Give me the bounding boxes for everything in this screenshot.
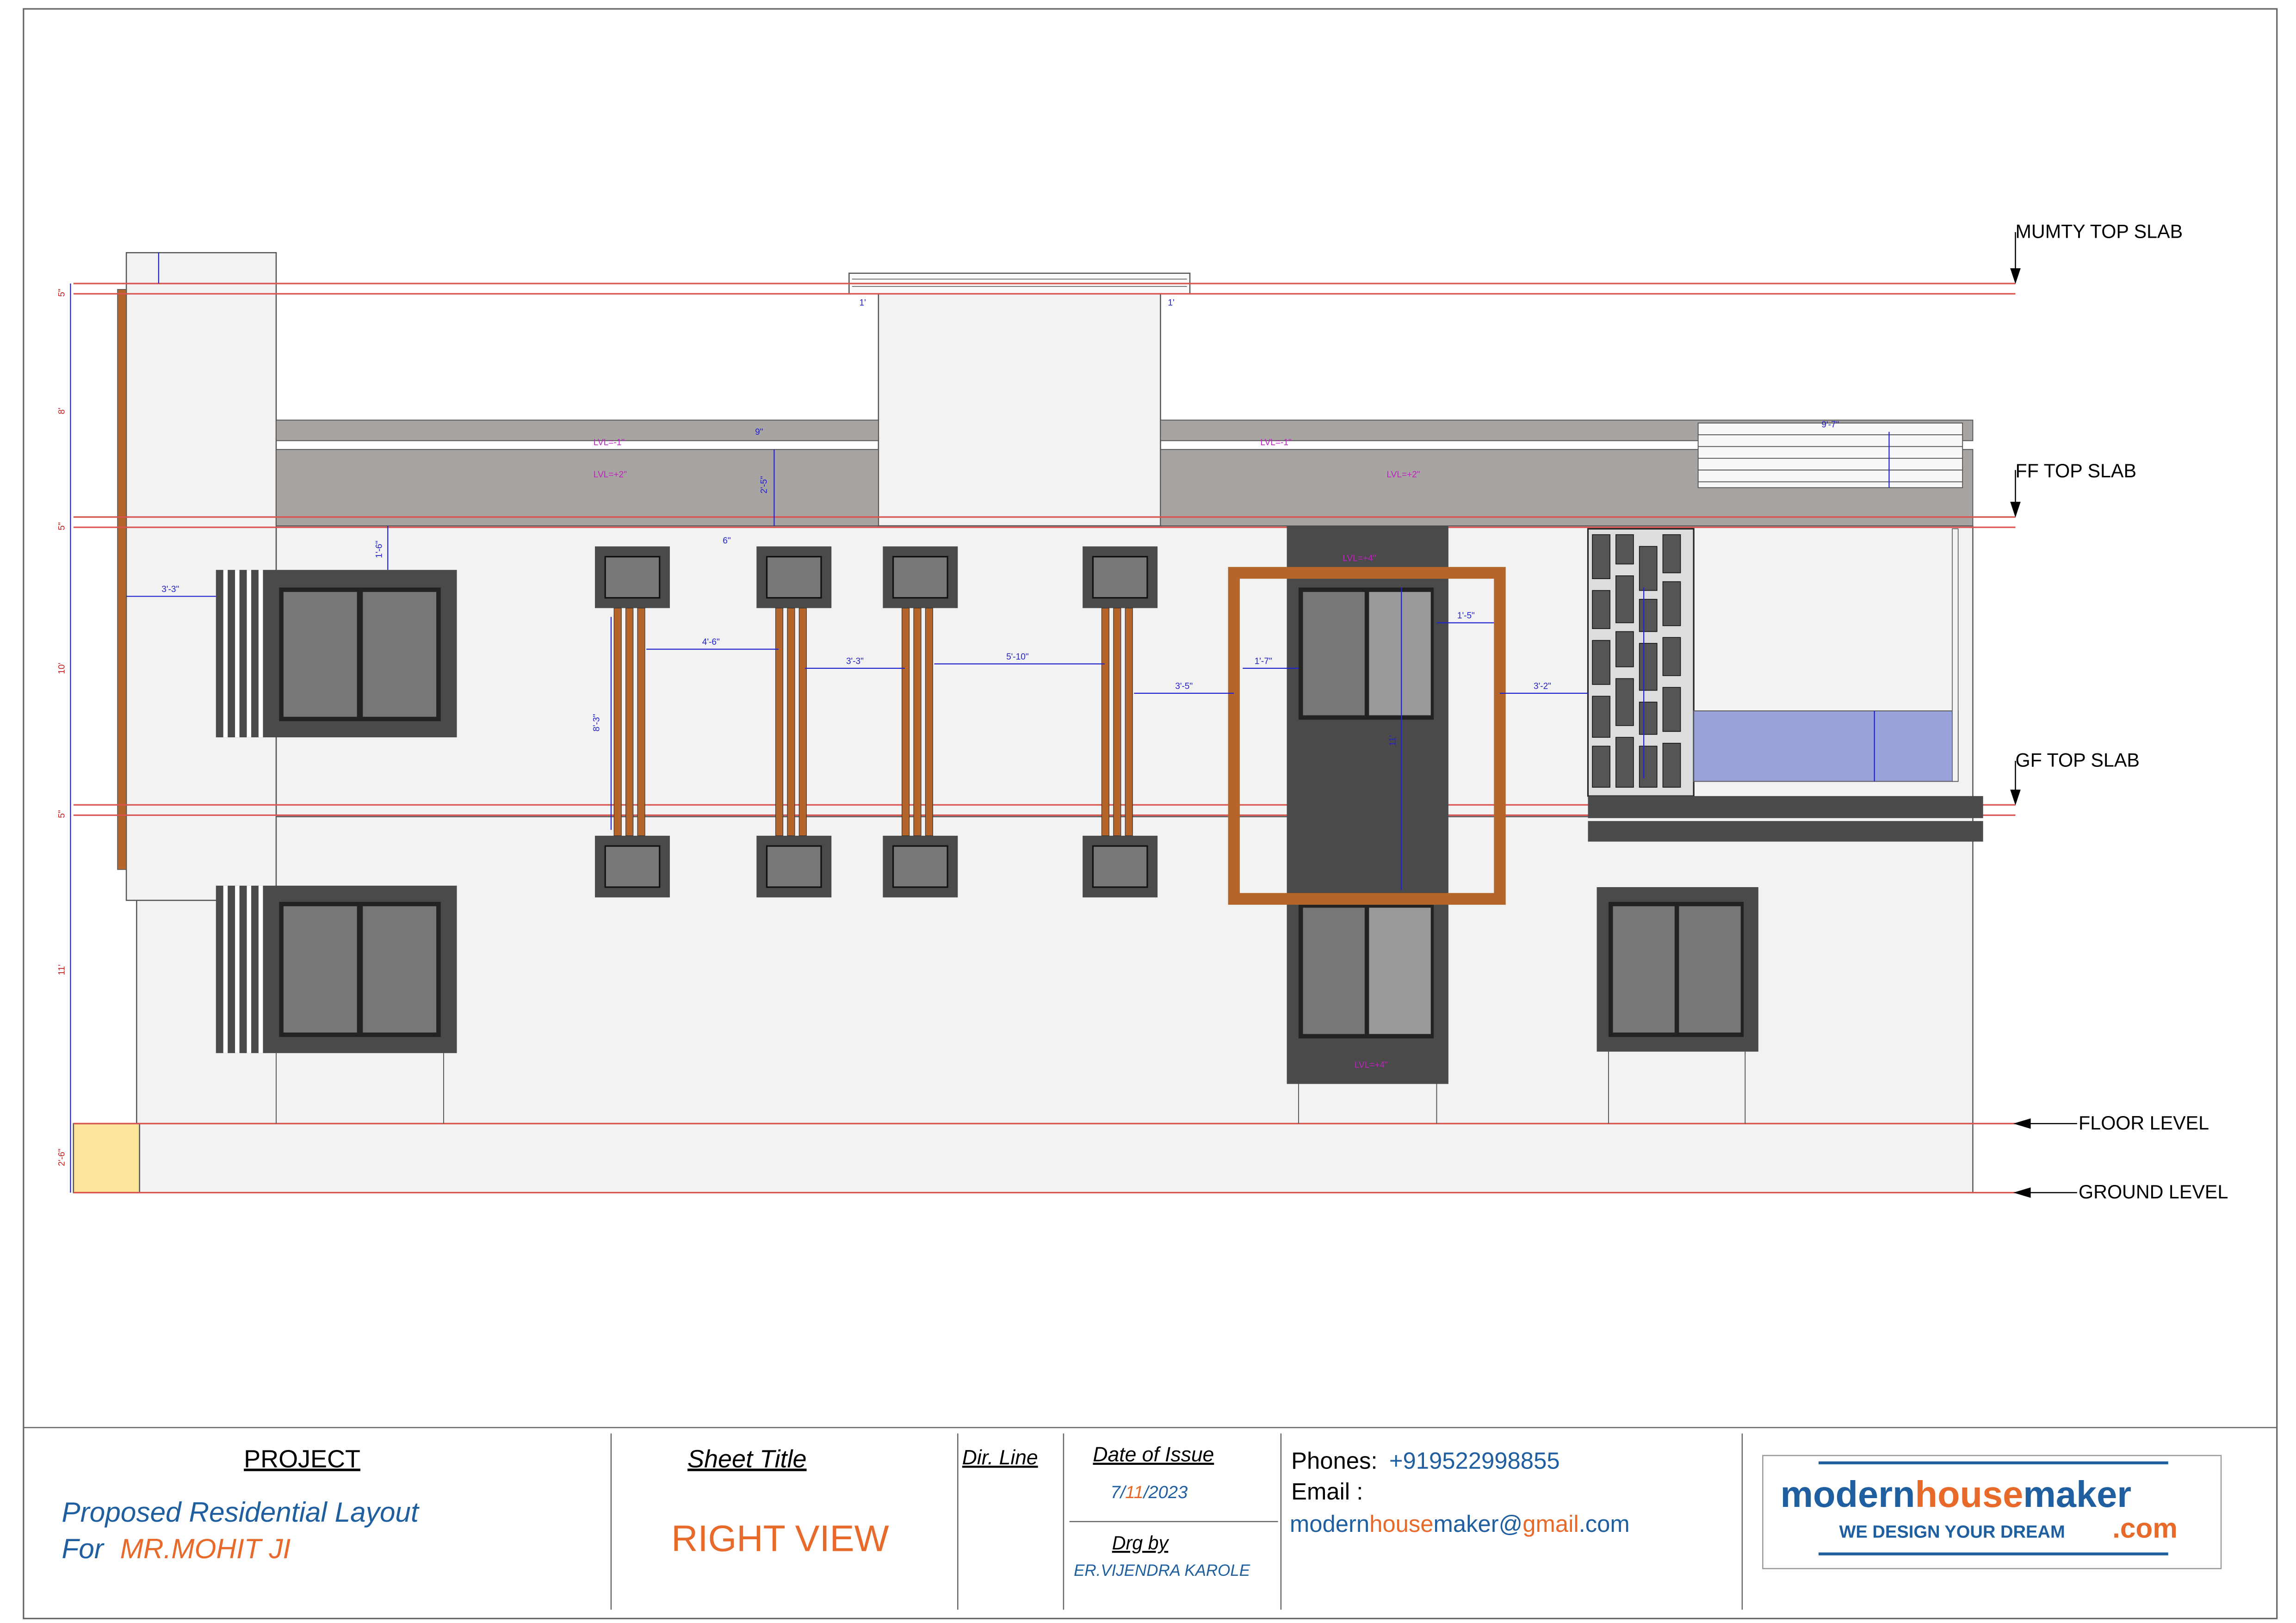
left-pillar-edge: [117, 289, 127, 870]
lvl-p2b: LVL=+2": [1386, 470, 1420, 480]
date-value: 7/11/2023: [1111, 1483, 1188, 1502]
email-label: Email :: [1291, 1478, 1363, 1505]
lvl-m1: LVL=-1": [594, 438, 625, 447]
logo-tagline: WE DESIGN YOUR DREAM: [1839, 1523, 2065, 1542]
window-ff-left: [216, 570, 457, 738]
level-gf-top-slab: GF TOP SLAB: [2016, 750, 2140, 771]
logo-maker: maker: [2023, 1474, 2131, 1515]
project-client: MR.MOHIT JI: [120, 1533, 291, 1564]
left-dim-1: 8': [57, 407, 67, 414]
date-month: 11: [1125, 1483, 1144, 1502]
dim-2-5: 2'-5": [760, 476, 769, 494]
dim-1-5: 1'-5": [1457, 611, 1475, 621]
level-ff-top-slab: FF TOP SLAB: [2016, 460, 2136, 481]
balcony-upright: [1952, 528, 1959, 782]
sheet-title-heading: Sheet Title: [687, 1445, 807, 1473]
window-gf-left: [216, 885, 457, 1053]
left-dim-2: 5": [57, 522, 67, 530]
phone-number: +919522998855: [1389, 1447, 1560, 1474]
level-ground-level: GROUND LEVEL: [2079, 1181, 2228, 1203]
dim-8-3: 8'-3": [592, 714, 602, 732]
jaali-screen: [1587, 528, 1695, 797]
project-for: For: [62, 1533, 111, 1564]
dim-1-6: 1'-6": [375, 541, 384, 558]
drg-by-heading: Drg by: [1112, 1532, 1170, 1554]
dim-6: 6": [723, 536, 730, 546]
left-dim-0: 5": [57, 289, 67, 296]
date-heading: Date of Issue: [1093, 1444, 1214, 1466]
phones-line: Phones: +919522998855: [1291, 1447, 1560, 1474]
email-part-b: house: [1369, 1511, 1433, 1537]
logo-com: .com: [2112, 1512, 2178, 1544]
level-mumty-top-slab: MUMTY TOP SLAB: [2016, 221, 2183, 242]
date-day: 7/: [1111, 1483, 1127, 1502]
dim-11: 11': [1388, 735, 1398, 746]
project-line1: Proposed Residential Layout: [62, 1496, 420, 1528]
dim-3-3b: 3'-3": [846, 656, 864, 666]
dim-1b: 1': [1168, 298, 1174, 308]
dim-1-7: 1'-7": [1255, 656, 1272, 666]
project-for-line: For MR.MOHIT JI: [62, 1533, 291, 1564]
ff-slab-left: [276, 449, 879, 526]
dir-line: Dir. Line: [962, 1446, 1038, 1469]
balcony-slab-top: [1588, 796, 1983, 818]
dim-9: 9": [755, 427, 763, 437]
mumty: [878, 293, 1161, 527]
left-dim-5: 11': [57, 964, 67, 975]
date-year: /2023: [1142, 1483, 1188, 1502]
sheet-title: RIGHT VIEW: [671, 1518, 889, 1559]
dim-5-10: 5'-10": [1006, 652, 1029, 662]
left-dim-4: 5": [57, 810, 67, 818]
elevation-drawing: MUMTY TOP SLAB FF TOP SLAB GF TOP SLAB F…: [23, 8, 2278, 1619]
email-part-e: .com: [1579, 1511, 1630, 1537]
lvl-p4b: LVL=+4": [1355, 1061, 1388, 1070]
left-dim-3: 10': [57, 663, 67, 674]
logo-modern: modern: [1780, 1474, 1915, 1515]
dim-3-2: 3'-2": [1534, 681, 1551, 691]
plinth-steps: [73, 1123, 140, 1193]
company-logo: modernhousemaker WE DESIGN YOUR DREAM .c…: [1762, 1455, 2222, 1569]
dim-4-6: 4'-6": [702, 637, 720, 647]
balcony-glass-railing: [1693, 710, 1959, 782]
drg-by: ER.VIJENDRA KAROLE: [1074, 1561, 1250, 1580]
email-part-c: maker@: [1434, 1511, 1523, 1537]
window-gf-right: [1597, 887, 1758, 1052]
dim-9-7: 9'-7": [1821, 420, 1839, 430]
email-part-a: modern: [1290, 1511, 1369, 1537]
roof-railing: [1697, 422, 1963, 488]
svg-text:modernhousemaker: modernhousemaker: [1780, 1474, 2131, 1515]
level-floor-level: FLOOR LEVEL: [2079, 1112, 2209, 1134]
email-part-d: gmail: [1522, 1511, 1578, 1537]
lvl-m1b: LVL=-1": [1260, 438, 1291, 447]
email-address[interactable]: modernhousemaker@gmail.com: [1290, 1511, 1630, 1537]
phones-label: Phones:: [1291, 1447, 1377, 1474]
dim-1: 1': [860, 298, 866, 308]
dim-3-5: 3'-5": [1175, 681, 1193, 691]
ff-parapet-left: [276, 420, 879, 441]
balcony-slab-bottom: [1588, 821, 1983, 842]
logo-house: house: [1915, 1474, 2024, 1515]
left-dim-6: 2'-6": [57, 1148, 67, 1166]
lvl-p4: LVL=+4": [1343, 554, 1376, 563]
lvl-p2: LVL=+2": [594, 470, 627, 480]
dim-3-3: 3'-3": [161, 585, 179, 594]
project-heading: PROJECT: [244, 1445, 360, 1473]
plinth: [73, 1123, 1974, 1193]
